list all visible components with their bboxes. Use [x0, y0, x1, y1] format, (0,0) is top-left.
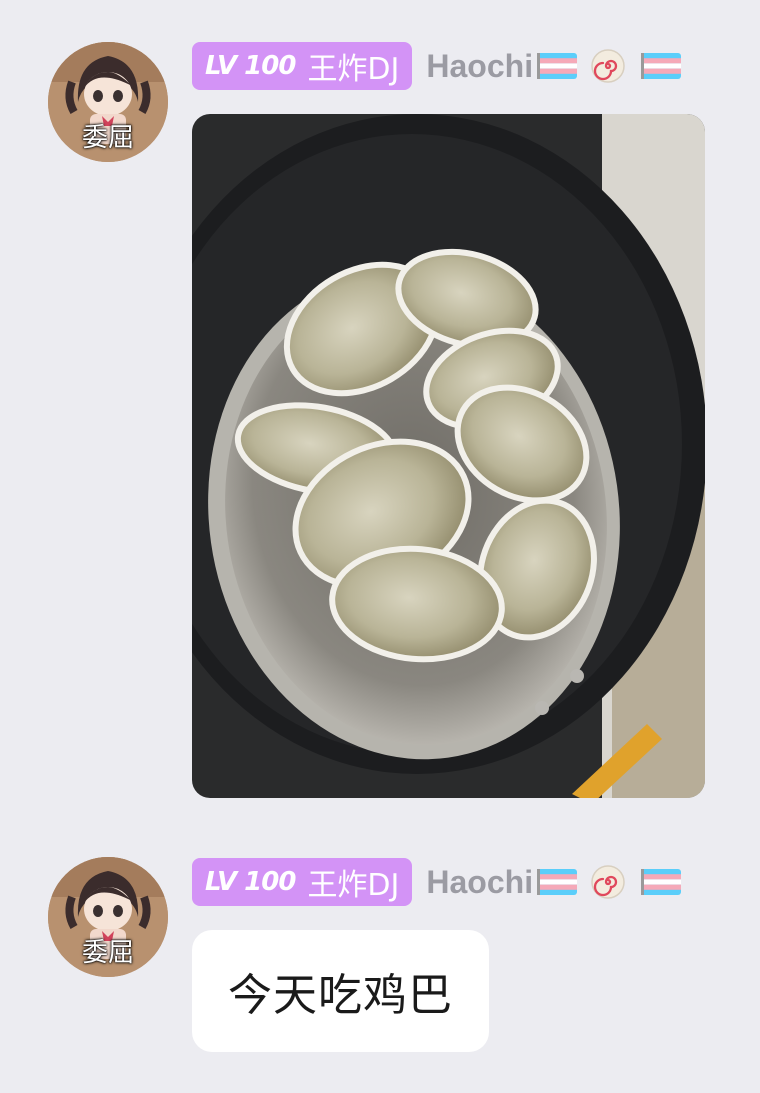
- message-text: 今天吃鸡巴: [228, 970, 453, 1021]
- sender-name[interactable]: Haochi: [426, 48, 533, 85]
- sender-header: LV 100 王炸DJ Haochi: [192, 858, 681, 906]
- naruto-fishcake-icon: [591, 865, 625, 899]
- sender-header: LV 100 王炸DJ Haochi: [192, 42, 681, 90]
- transgender-flag-icon: [537, 53, 577, 79]
- member-title: 王炸DJ: [307, 868, 400, 903]
- message-item: 委屈 LV 100 王炸DJ Haochi 今天吃鸡巴: [0, 835, 760, 1075]
- message-image[interactable]: [192, 114, 705, 798]
- member-title: 王炸DJ: [307, 52, 400, 87]
- level-text: LV 100: [205, 51, 296, 81]
- transgender-flag-icon: [641, 869, 681, 895]
- message-item: 委屈 LV 100 王炸DJ Haochi: [0, 0, 760, 820]
- level-text: LV 100: [205, 867, 296, 897]
- message-bubble[interactable]: 今天吃鸡巴: [192, 930, 489, 1052]
- level-badge[interactable]: LV 100 王炸DJ: [192, 42, 413, 90]
- avatar[interactable]: 委屈: [48, 857, 168, 977]
- avatar[interactable]: 委屈: [48, 42, 168, 162]
- naruto-fishcake-icon: [591, 49, 625, 83]
- oyster-pan-photo: [192, 114, 705, 798]
- transgender-flag-icon: [537, 869, 577, 895]
- sender-name[interactable]: Haochi: [426, 864, 533, 901]
- avatar-label: 委屈: [81, 938, 134, 968]
- transgender-flag-icon: [641, 53, 681, 79]
- avatar-label: 委屈: [81, 123, 134, 153]
- level-badge[interactable]: LV 100 王炸DJ: [192, 858, 413, 906]
